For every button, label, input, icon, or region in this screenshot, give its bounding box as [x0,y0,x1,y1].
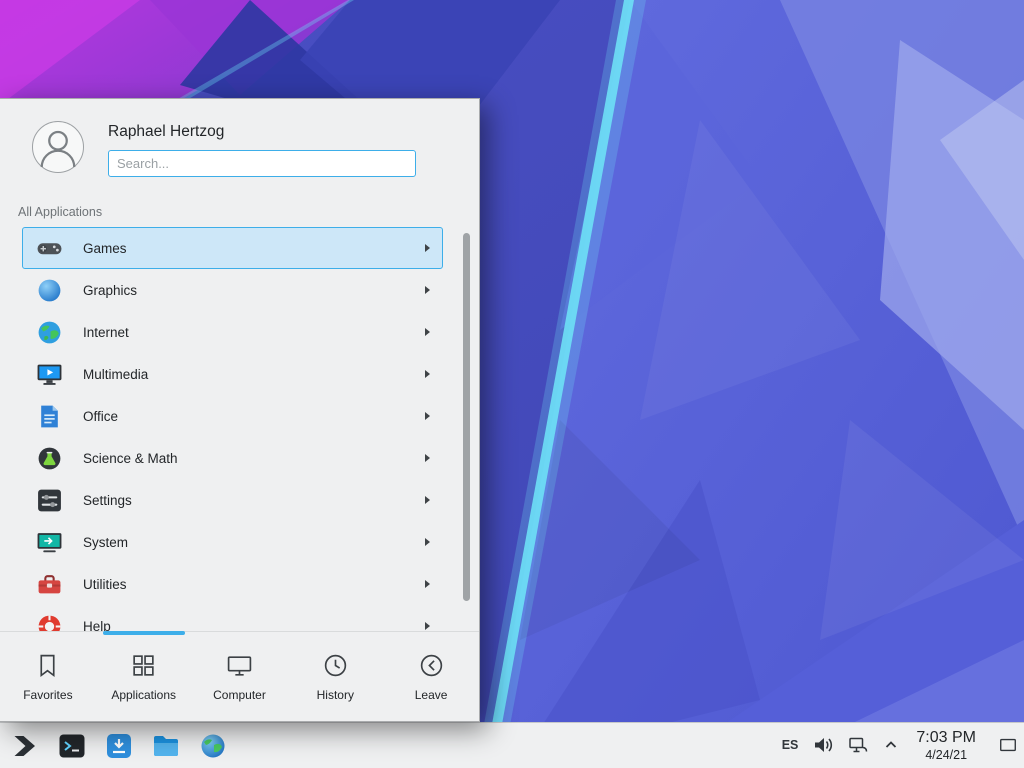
category-label: Games [83,241,127,256]
category-label: System [83,535,128,550]
app-launcher-icon[interactable] [8,729,42,763]
section-label: All Applications [0,193,479,227]
keyboard-layout-indicator[interactable]: ES [782,738,799,752]
flask-icon [35,444,63,472]
category-system[interactable]: System [22,521,443,563]
clock-time: 7:03 PM [916,729,976,747]
monitor-play-icon [35,360,63,388]
submenu-arrow-icon [425,622,430,630]
submenu-arrow-icon [425,370,430,378]
document-icon [35,402,63,430]
sliders-icon [35,486,63,514]
category-label: Help [83,619,111,632]
person-icon [33,122,83,172]
software-center-icon[interactable] [102,729,136,763]
application-launcher: Raphael Hertzog All Applications Games G… [0,98,480,722]
volume-icon[interactable] [812,734,834,756]
category-label: Science & Math [83,451,178,466]
globe-icon [35,318,63,346]
user-avatar[interactable] [32,121,84,173]
user-name: Raphael Hertzog [108,123,416,141]
scrollbar[interactable] [463,233,470,601]
taskbar-launchers [0,729,230,763]
category-list: Games Graphics Internet Multimedia [0,227,479,631]
category-settings[interactable]: Settings [22,479,443,521]
submenu-arrow-icon [425,286,430,294]
tab-leave[interactable]: Leave [383,632,479,721]
tab-computer[interactable]: Computer [192,632,288,721]
file-manager-icon[interactable] [149,729,183,763]
submenu-arrow-icon [425,328,430,336]
submenu-arrow-icon [425,580,430,588]
network-icon[interactable] [848,734,870,756]
show-desktop-icon [998,735,1018,755]
submenu-arrow-icon [425,496,430,504]
submenu-arrow-icon [425,538,430,546]
computer-icon [226,652,253,679]
submenu-arrow-icon [425,454,430,462]
tab-applications[interactable]: Applications [96,632,192,721]
category-label: Graphics [83,283,137,298]
toolbox-icon [35,570,63,598]
category-label: Multimedia [83,367,148,382]
leave-icon [418,652,445,679]
category-internet[interactable]: Internet [22,311,443,353]
category-label: Utilities [83,577,127,592]
search-input[interactable] [108,150,416,177]
digital-clock[interactable]: 7:03 PM 4/24/21 [912,729,980,762]
category-label: Settings [83,493,132,508]
clock-icon [322,652,349,679]
tab-favorites[interactable]: Favorites [0,632,96,721]
system-monitor-icon [35,528,63,556]
category-office[interactable]: Office [22,395,443,437]
category-games[interactable]: Games [22,227,443,269]
category-graphics[interactable]: Graphics [22,269,443,311]
show-desktop-button[interactable] [994,735,1020,755]
system-tray: ES 7:03 PM 4/24/21 [782,729,1024,762]
category-help[interactable]: Help [22,605,443,631]
category-utilities[interactable]: Utilities [22,563,443,605]
terminal-icon[interactable] [55,729,89,763]
grid-icon [130,652,157,679]
graphics-sphere-icon [35,276,63,304]
tab-history[interactable]: History [287,632,383,721]
category-multimedia[interactable]: Multimedia [22,353,443,395]
gamepad-icon [35,234,63,262]
category-label: Internet [83,325,129,340]
lifebuoy-icon [35,612,63,631]
submenu-arrow-icon [425,244,430,252]
clock-date: 4/24/21 [916,748,976,762]
expand-arrow-icon[interactable] [884,738,898,752]
launcher-tabs: Favorites Applications Computer History … [0,631,479,721]
category-science-math[interactable]: Science & Math [22,437,443,479]
bookmark-icon [34,652,61,679]
web-browser-icon[interactable] [196,729,230,763]
taskbar: ES 7:03 PM 4/24/21 [0,722,1024,768]
submenu-arrow-icon [425,412,430,420]
category-label: Office [83,409,118,424]
launcher-header: Raphael Hertzog [0,99,479,193]
